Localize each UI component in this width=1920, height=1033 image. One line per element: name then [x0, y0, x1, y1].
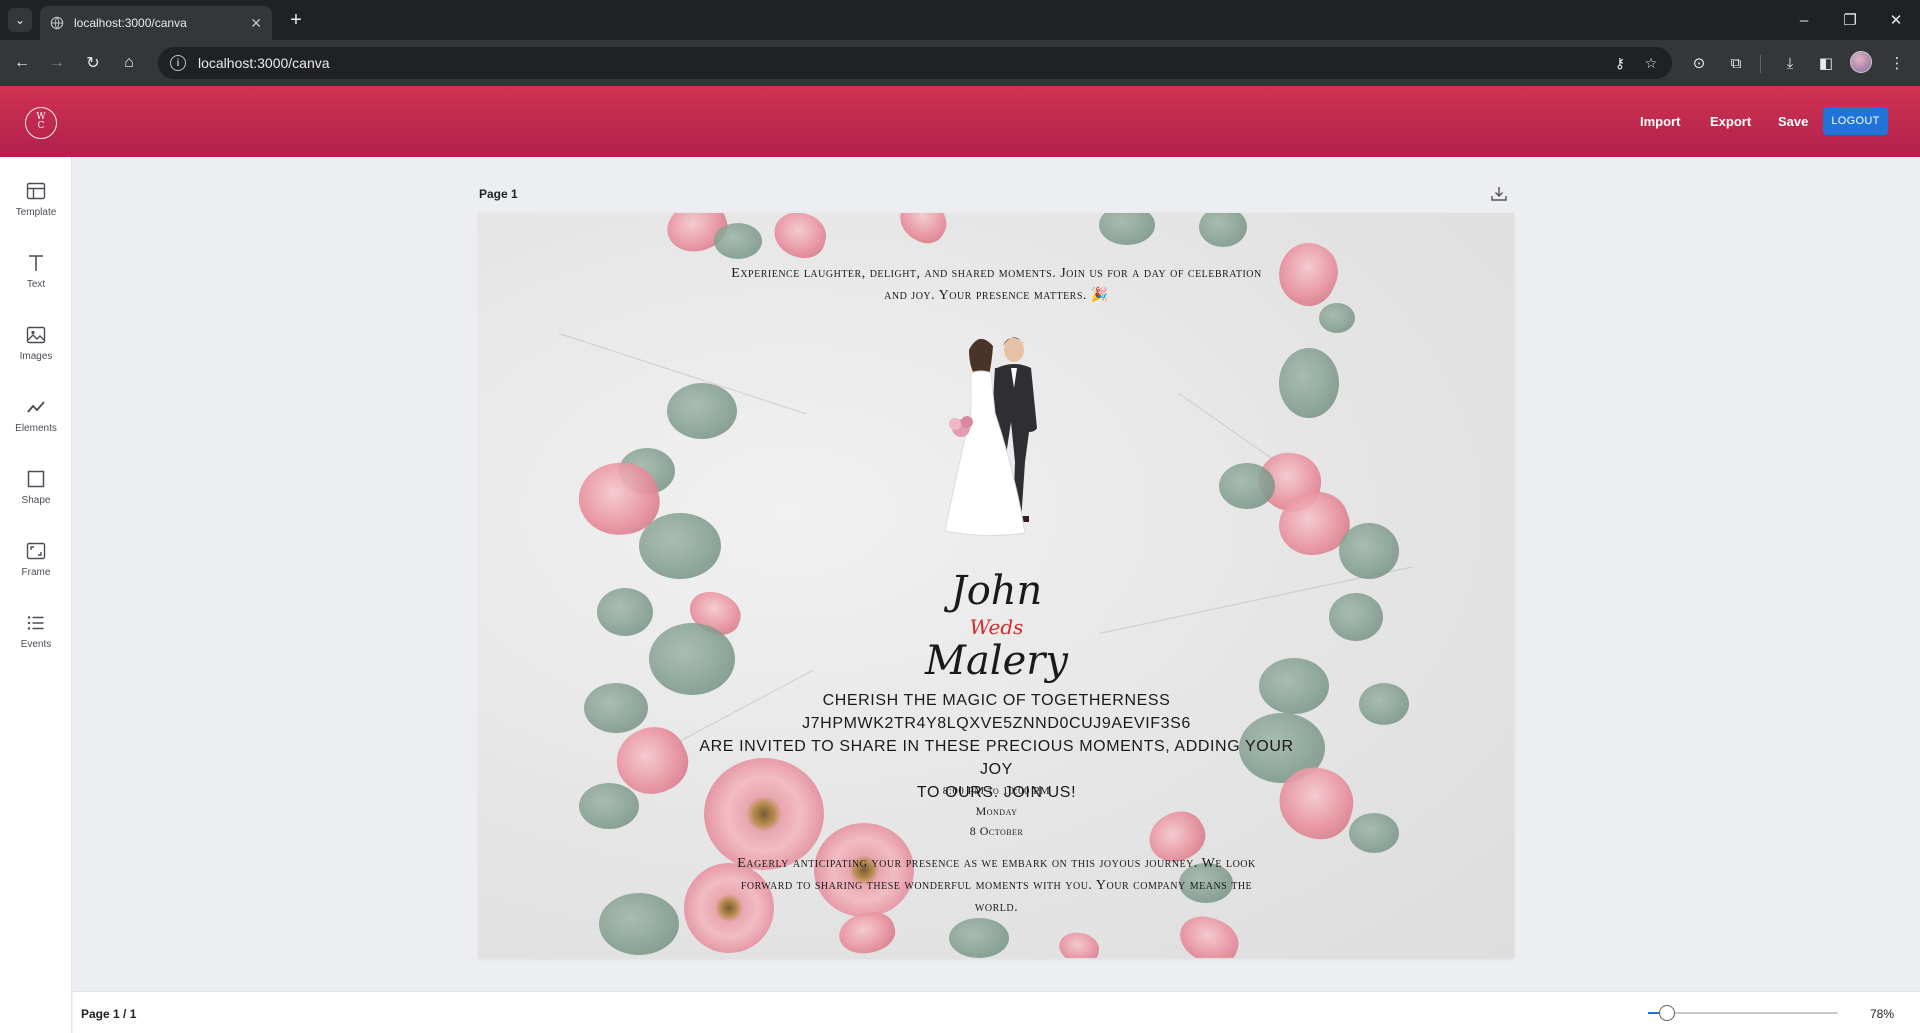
- text-icon: [24, 251, 48, 275]
- invited-line: are invited to share in these precious m…: [699, 738, 1294, 778]
- download-page-icon[interactable]: [1489, 184, 1509, 204]
- reload-icon[interactable]: ↻: [81, 51, 105, 75]
- browser-tab[interactable]: localhost:3000/canva ✕: [40, 6, 272, 40]
- closing-line: world.: [974, 900, 1019, 915]
- weds-text[interactable]: Weds: [479, 615, 1514, 639]
- template-icon: [24, 179, 48, 203]
- address-bar[interactable]: i localhost:3000/canva ⚷ ☆: [158, 47, 1672, 79]
- sidebar-item-images[interactable]: Images: [0, 323, 72, 383]
- close-window-icon[interactable]: ✕: [1884, 8, 1908, 32]
- site-info-icon[interactable]: i: [170, 55, 186, 71]
- intro-text[interactable]: Experience laughter, delight, and shared…: [479, 263, 1514, 307]
- intro-line: Experience laughter, delight, and shared…: [731, 266, 1262, 281]
- sidebar-item-label: Template: [15, 207, 57, 218]
- sidebar-item-elements[interactable]: Elements: [0, 395, 72, 455]
- events-icon: [24, 611, 48, 635]
- intro-line: and joy. Your presence matters. 🎉: [884, 288, 1109, 303]
- image-icon: [24, 323, 48, 347]
- sidebar-item-label: Shape: [21, 495, 51, 506]
- downloads-icon[interactable]: ⤓: [1779, 52, 1801, 74]
- logout-button[interactable]: LOGOUT: [1823, 107, 1888, 135]
- password-key-icon[interactable]: ⚷: [1610, 53, 1630, 73]
- closing-line: forward to sharing these wonderful momen…: [740, 878, 1253, 893]
- app-header: W C Import Export Save LOGOUT: [0, 86, 1920, 157]
- toolbar-divider: [1760, 55, 1761, 73]
- eucalyptus-leaf: [714, 223, 762, 259]
- sidebar-item-label: Events: [20, 639, 52, 650]
- sidebar-item-template[interactable]: Template: [0, 179, 72, 239]
- page-label: Page 1: [479, 187, 518, 201]
- new-tab-icon[interactable]: +: [284, 8, 308, 32]
- code-line: J7hpmwk2tr4y8lqxve5znnd0cuj9aevif3s6: [802, 715, 1191, 732]
- shape-icon: [24, 467, 48, 491]
- screenshot-camera-icon[interactable]: ⊙: [1688, 52, 1710, 74]
- sidebar-item-label: Elements: [15, 423, 57, 434]
- cherish-line: Cherish the magic of togetherness: [822, 692, 1171, 709]
- bottom-status-bar: Page 1 / 1 78%: [73, 991, 1920, 1033]
- logo-text: W C: [36, 112, 46, 131]
- closing-line: Eagerly anticipating your presence as we…: [737, 856, 1256, 871]
- couple-illustration[interactable]: [919, 328, 1069, 538]
- browser-tabstrip: ⌄ localhost:3000/canva ✕ + – ❐ ✕: [0, 0, 1920, 40]
- tab-title: localhost:3000/canva: [74, 16, 187, 30]
- address-url: localhost:3000/canva: [198, 55, 330, 71]
- sidebar-item-text[interactable]: Text: [0, 251, 72, 311]
- bride-name[interactable]: Malery: [479, 637, 1514, 685]
- sidebar-item-events[interactable]: Events: [0, 611, 72, 671]
- eucalyptus-leaf: [1279, 348, 1339, 418]
- eucalyptus-leaf: [1219, 463, 1275, 509]
- zoom-value: 78%: [1870, 1007, 1895, 1021]
- eucalyptus-leaf: [1319, 303, 1355, 333]
- save-button[interactable]: Save: [1778, 114, 1808, 129]
- extensions-icon[interactable]: ⧉: [1725, 52, 1747, 74]
- export-button[interactable]: Export: [1710, 114, 1751, 129]
- bookmark-star-icon[interactable]: ☆: [1641, 53, 1661, 73]
- import-button[interactable]: Import: [1640, 114, 1680, 129]
- profile-avatar[interactable]: [1850, 51, 1872, 73]
- tab-close-icon[interactable]: ✕: [250, 15, 262, 32]
- minimize-icon[interactable]: –: [1792, 8, 1816, 32]
- event-day[interactable]: Monday: [479, 803, 1514, 819]
- browser-toolbar: ← → ↻ ⌂ i localhost:3000/canva ⚷ ☆ ⊙ ⧉ ⤓…: [0, 40, 1920, 86]
- elements-icon: [24, 395, 48, 419]
- sidebar-item-label: Frame: [21, 567, 51, 578]
- restore-icon[interactable]: ❐: [1838, 8, 1862, 32]
- back-icon[interactable]: ←: [10, 51, 34, 75]
- app-logo[interactable]: W C: [25, 107, 57, 139]
- event-time[interactable]: 8:00 PM to 10:00 PM: [479, 784, 1514, 798]
- sidebar-item-frame[interactable]: Frame: [0, 539, 72, 599]
- sidebar-item-label: Images: [19, 351, 53, 362]
- page-count: Page 1 / 1: [81, 1007, 137, 1021]
- zoom-slider-thumb[interactable]: [1659, 1005, 1675, 1021]
- eucalyptus-leaf: [667, 383, 737, 439]
- frame-icon: [24, 539, 48, 563]
- tool-sidebar: Template Text Images Elements Shape Fram…: [0, 157, 72, 1033]
- globe-icon: [50, 16, 64, 30]
- sidebar-item-label: Text: [26, 279, 46, 290]
- groom-name[interactable]: John: [479, 568, 1514, 614]
- sidebar-item-shape[interactable]: Shape: [0, 467, 72, 527]
- forward-icon[interactable]: →: [45, 51, 69, 75]
- more-menu-icon[interactable]: ⋮: [1886, 52, 1908, 74]
- zoom-slider[interactable]: [1648, 1005, 1838, 1021]
- home-icon[interactable]: ⌂: [117, 51, 141, 75]
- side-panel-icon[interactable]: ◧: [1815, 52, 1837, 74]
- eucalyptus-leaf: [949, 918, 1009, 958]
- design-canvas[interactable]: Experience laughter, delight, and shared…: [479, 213, 1514, 958]
- event-date[interactable]: 8 October: [479, 823, 1514, 839]
- tab-search-chevron-icon[interactable]: ⌄: [8, 8, 32, 32]
- closing-text[interactable]: Eagerly anticipating your presence as we…: [479, 853, 1514, 919]
